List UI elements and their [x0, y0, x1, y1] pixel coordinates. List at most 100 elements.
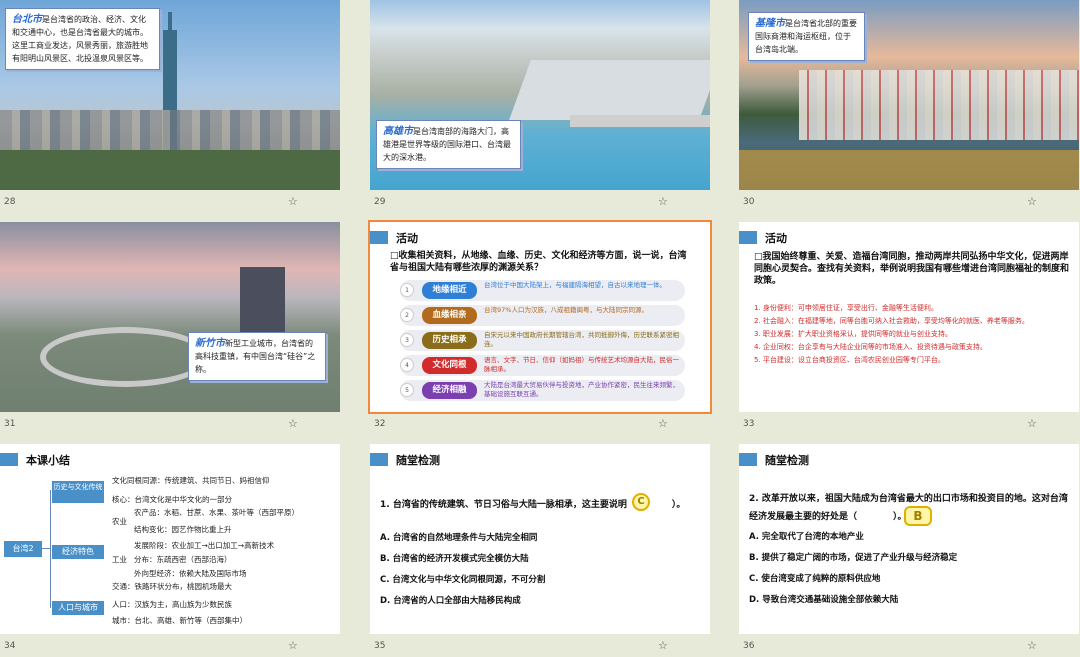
- star-icon[interactable]: ☆: [288, 417, 298, 430]
- mindmap-leaf: 工业: [112, 555, 127, 564]
- star-icon[interactable]: ☆: [1027, 195, 1037, 208]
- mindmap-leaf: 交通：铁路环状分布，桃园机场最大: [112, 582, 232, 591]
- policy-item: 5. 平台建设：设立台商投资区、台湾农民创业园等专门平台。: [754, 356, 945, 364]
- slide-number: 32: [374, 419, 386, 429]
- quiz-question: 1. 台湾省的传统建筑、节日习俗与大陆一脉相承，这主要说明（ ）。: [380, 500, 686, 510]
- policy-item: 4. 企业同权：台企享有与大陆企业同等的市场准入、投资待遇与政策支持。: [754, 343, 987, 351]
- city-name: 高雄市: [383, 126, 413, 137]
- answer-badge: B: [904, 506, 932, 526]
- slide-33[interactable]: 活动 □我国始终尊重、关爱、造福台湾同胞，推动两岸共同弘扬中华文化，促进两岸同胞…: [739, 222, 1079, 412]
- relation-tag: 血缘相亲: [422, 307, 477, 324]
- quiz-option[interactable]: B. 提供了稳定广阔的市场，促进了产业升级与经济稳定: [749, 548, 957, 569]
- slide-35[interactable]: 随堂检测 1. 台湾省的传统建筑、节日习俗与大陆一脉相承，这主要说明（ ）。 C…: [370, 444, 710, 634]
- slide-header: 随堂检测: [370, 452, 440, 467]
- item-number: 3: [400, 333, 414, 347]
- slide-34[interactable]: 本课小结 台湾2 历史与文化传统 经济特色 人口与城市 文化同根同源：传统建筑、…: [0, 444, 340, 634]
- item-number: 4: [400, 358, 414, 372]
- caption-box: 基隆市是台湾省北部的重要国际商港和海运枢纽，位于台湾岛北端。: [748, 12, 865, 61]
- mindmap-leaf: 农产品：水稻、甘蔗、水果、茶叶等（西部平原）: [134, 508, 299, 517]
- star-icon[interactable]: ☆: [658, 417, 668, 430]
- item-number: 2: [400, 308, 414, 322]
- answer-badge: C: [632, 493, 650, 511]
- slide-thumb-32[interactable]: 活动 □收集相关资料，从地缘、血缘、历史、文化和经济等方面，说一说，台湾省与祖国…: [368, 220, 712, 435]
- slide-thumb-35[interactable]: 随堂检测 1. 台湾省的传统建筑、节日习俗与大陆一脉相承，这主要说明（ ）。 C…: [370, 444, 710, 657]
- slide-number: 31: [4, 419, 16, 429]
- slide-thumb-36[interactable]: 随堂检测 2. 改革开放以来，祖国大陆成为台湾省最大的出口市场和投资目的地。这对…: [739, 444, 1079, 657]
- quiz-option[interactable]: D. 台湾省的人口全部由大陆移民构成: [380, 591, 545, 612]
- quiz-option[interactable]: C. 使台湾变成了纯粹的原料供应地: [749, 569, 957, 590]
- activity-question: □我国始终尊重、关爱、造福台湾同胞，推动两岸共同弘扬中华文化，促进两岸同胞心灵契…: [754, 252, 1070, 286]
- slide-thumb-34[interactable]: 本课小结 台湾2 历史与文化传统 经济特色 人口与城市 文化同根同源：传统建筑、…: [0, 444, 340, 657]
- mindmap-leaf: 发展阶段：农业加工→出口加工→高新技术: [134, 541, 275, 550]
- slide-36[interactable]: 随堂检测 2. 改革开放以来，祖国大陆成为台湾省最大的出口市场和投资目的地。这对…: [739, 444, 1079, 634]
- mindmap-branch: 经济特色: [52, 545, 104, 559]
- relation-tag: 经济相融: [422, 382, 477, 399]
- slide-number: 34: [4, 641, 16, 651]
- relation-tag: 地缘相近: [422, 282, 477, 299]
- star-icon[interactable]: ☆: [1027, 639, 1037, 652]
- relation-tag: 历史相承: [422, 332, 477, 349]
- slide-thumb-30[interactable]: 基隆市是台湾省北部的重要国际商港和海运枢纽，位于台湾岛北端。 30 ☆: [739, 0, 1079, 213]
- slide-header: 活动: [370, 230, 418, 245]
- mindmap-leaf: 核心：台湾文化是中华文化的一部分: [112, 495, 232, 504]
- relation-item: 5 经济相融 大陆是台湾最大贸易伙伴与投资地，产业协作紧密，民生往来频繁，基础设施互…: [400, 380, 685, 401]
- mindmap-leaf: 分布：东疏西密（西部沿海）: [134, 555, 232, 564]
- slide-header: 本课小结: [0, 452, 70, 467]
- quiz-option[interactable]: C. 台湾文化与中华文化同根同源，不可分割: [380, 570, 545, 591]
- relation-item: 1 地缘相近 台湾位于中国大陆架上，与福建隔海相望，自古以来地理一体。: [400, 280, 685, 301]
- slide-30[interactable]: 基隆市是台湾省北部的重要国际商港和海运枢纽，位于台湾岛北端。: [739, 0, 1079, 190]
- slide-thumb-28[interactable]: 台北市是台湾省的政治、经济、文化和交通中心，也是台湾省最大的城市。这里工商业发达…: [0, 0, 340, 213]
- relation-tag: 文化同根: [422, 357, 477, 374]
- mindmap-leaf: 外向型经济：依赖大陆及国际市场: [134, 569, 247, 578]
- slide-number: 36: [743, 641, 755, 651]
- slide-32[interactable]: 活动 □收集相关资料，从地缘、血缘、历史、文化和经济等方面，说一说，台湾省与祖国…: [368, 220, 712, 414]
- city-name: 台北市: [12, 14, 42, 25]
- slide-number: 33: [743, 419, 755, 429]
- relation-desc: 自宋元以来中国政府长期管辖台湾，共同抵御外侮，历史联系紧密相连。: [484, 331, 679, 348]
- slide-header: 随堂检测: [739, 452, 809, 467]
- relation-desc: 台湾97%人口为汉族，八成祖籍闽粤，与大陆同宗同源。: [484, 306, 648, 314]
- star-icon[interactable]: ☆: [288, 195, 298, 208]
- slide-header: 活动: [739, 230, 787, 245]
- item-number: 1: [400, 283, 414, 297]
- mindmap-leaf: 城市：台北、高雄、新竹等（西部集中）: [112, 616, 247, 625]
- star-icon[interactable]: ☆: [658, 195, 668, 208]
- quiz-option[interactable]: A. 完全取代了台湾的本地产业: [749, 527, 957, 548]
- slide-thumb-29[interactable]: 高雄市是台湾南部的海路大门，高雄港是世界等级的国际港口、台湾最大的深水港。 29…: [370, 0, 710, 213]
- slide-28[interactable]: 台北市是台湾省的政治、经济、文化和交通中心，也是台湾省最大的城市。这里工商业发达…: [0, 0, 340, 190]
- relation-desc: 大陆是台湾最大贸易伙伴与投资地，产业协作紧密，民生往来频繁，基础设施互联互通。: [484, 381, 679, 398]
- mindmap-branch: 人口与城市: [52, 601, 104, 615]
- star-icon[interactable]: ☆: [288, 639, 298, 652]
- relation-desc: 语言、文字、节日、信仰（如妈祖）与传统艺术均源自大陆，民俗一脉相承。: [484, 356, 679, 373]
- star-icon[interactable]: ☆: [1027, 417, 1037, 430]
- activity-question: □收集相关资料，从地缘、血缘、历史、文化和经济等方面，说一说，台湾省与祖国大陆有…: [390, 251, 687, 273]
- relation-item: 2 血缘相亲 台湾97%人口为汉族，八成祖籍闽粤，与大陆同宗同源。: [400, 305, 685, 326]
- slide-thumb-33[interactable]: 活动 □我国始终尊重、关爱、造福台湾同胞，推动两岸共同弘扬中华文化，促进两岸同胞…: [739, 222, 1079, 435]
- relation-item: 4 文化同根 语言、文字、节日、信仰（如妈祖）与传统艺术均源自大陆，民俗一脉相承。: [400, 355, 685, 376]
- slide-29[interactable]: 高雄市是台湾南部的海路大门，高雄港是世界等级的国际港口、台湾最大的深水港。: [370, 0, 710, 190]
- slide-31[interactable]: 新竹市新型工业城市，台湾省的高科技重镇，有中国台湾“硅谷”之称。: [0, 222, 340, 412]
- mindmap-leaf: 农业: [112, 517, 127, 526]
- policy-item: 3. 职业发展：扩大职业资格采认，提供同等的就业与创业支持。: [754, 330, 952, 338]
- relation-item: 3 历史相承 自宋元以来中国政府长期管辖台湾，共同抵御外侮，历史联系紧密相连。: [400, 330, 685, 351]
- mindmap-branch: 历史与文化传统: [52, 481, 104, 503]
- city-name: 基隆市: [755, 18, 785, 29]
- policy-item: 1. 身份便利：可申领居住证，享受出行、金融等生活便利。: [754, 304, 938, 312]
- quiz-option[interactable]: A. 台湾省的自然地理条件与大陆完全相同: [380, 528, 545, 549]
- star-icon[interactable]: ☆: [658, 639, 668, 652]
- slide-thumb-31[interactable]: 新竹市新型工业城市，台湾省的高科技重镇，有中国台湾“硅谷”之称。 31 ☆: [0, 222, 340, 435]
- quiz-option[interactable]: D. 导致台湾交通基础设施全部依赖大陆: [749, 590, 957, 611]
- mindmap-root: 台湾2: [4, 541, 42, 557]
- quiz-option[interactable]: B. 台湾省的经济开发模式完全模仿大陆: [380, 549, 545, 570]
- policy-item: 2. 社会融入：在福建等地，同等台胞可纳入社会救助，享受均等化的就医、养老等服务…: [754, 317, 1029, 325]
- slide-number: 29: [374, 197, 386, 207]
- caption-box: 高雄市是台湾南部的海路大门，高雄港是世界等级的国际港口、台湾最大的深水港。: [376, 120, 521, 169]
- caption-box: 新竹市新型工业城市，台湾省的高科技重镇，有中国台湾“硅谷”之称。: [188, 332, 326, 381]
- mindmap-leaf: 文化同根同源：传统建筑、共同节日、妈祖信仰: [112, 476, 270, 485]
- mindmap-leaf: 人口：汉族为主，高山族为少数民族: [112, 600, 232, 609]
- mindmap-leaf: 结构变化：园艺作物比重上升: [134, 525, 232, 534]
- slide-number: 30: [743, 197, 755, 207]
- item-number: 5: [400, 383, 414, 397]
- relation-desc: 台湾位于中国大陆架上，与福建隔海相望，自古以来地理一体。: [484, 281, 666, 289]
- city-name: 新竹市: [195, 338, 225, 349]
